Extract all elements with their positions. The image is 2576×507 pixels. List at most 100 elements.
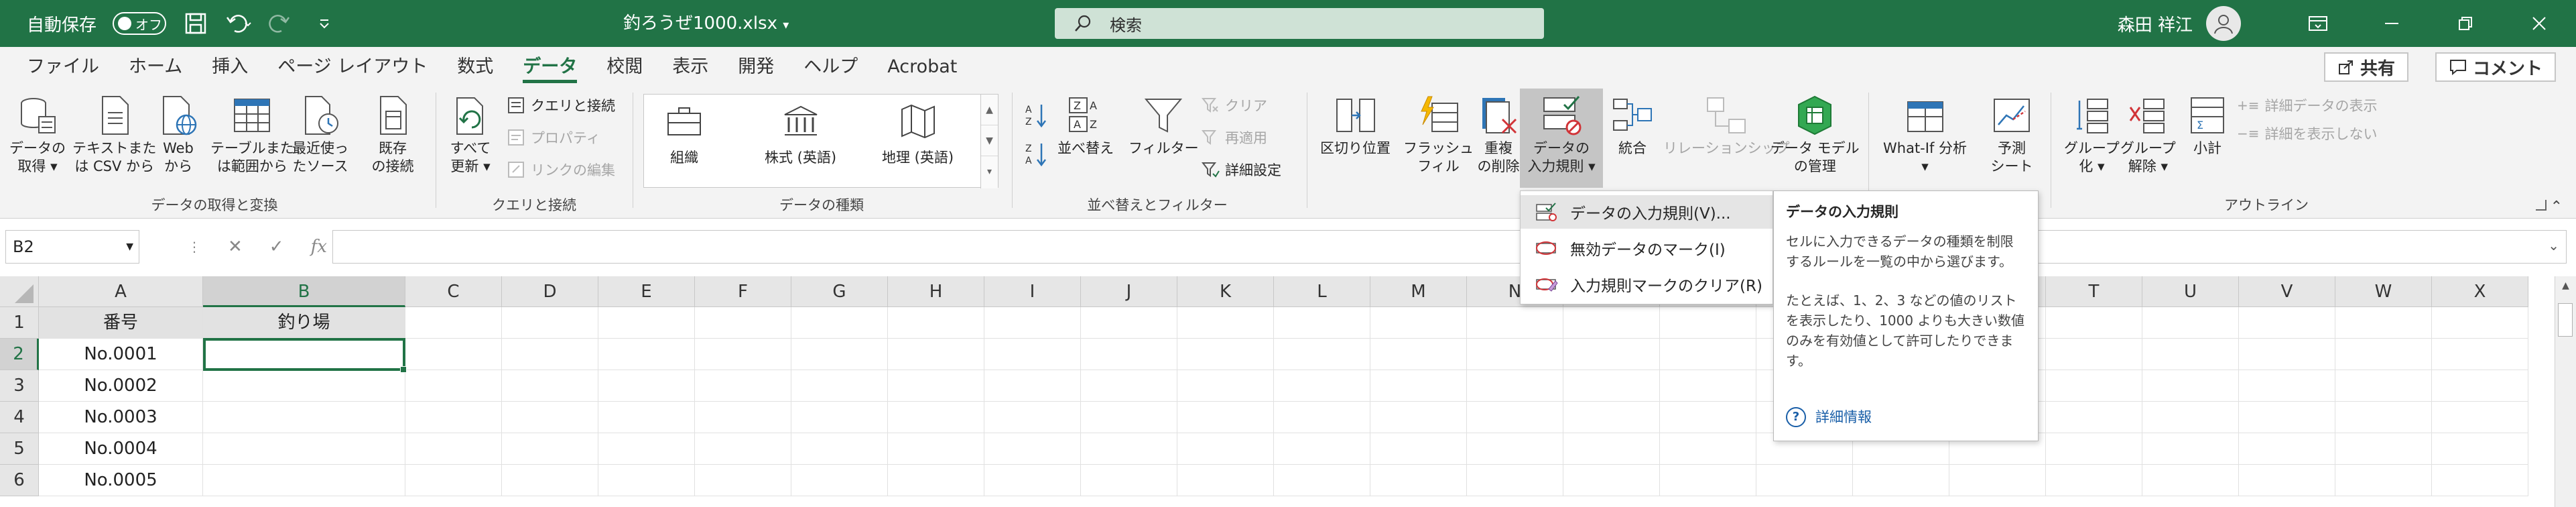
cell-m1[interactable] bbox=[1370, 307, 1467, 339]
cell-p5[interactable] bbox=[1660, 433, 1756, 465]
cell-k3[interactable] bbox=[1177, 370, 1274, 402]
cell-v5[interactable] bbox=[2239, 433, 2335, 465]
cell-f6[interactable] bbox=[695, 465, 791, 496]
column-header-v[interactable]: V bbox=[2239, 276, 2335, 307]
column-header-d[interactable]: D bbox=[502, 276, 598, 307]
cell-x6[interactable] bbox=[2432, 465, 2528, 496]
collapse-ribbon-icon[interactable]: ⌃ bbox=[2551, 199, 2563, 215]
cell-u5[interactable] bbox=[2142, 433, 2239, 465]
cell-u6[interactable] bbox=[2142, 465, 2239, 496]
tab-file[interactable]: ファイル bbox=[12, 47, 114, 87]
cell-c1[interactable] bbox=[405, 307, 502, 339]
cell-h2[interactable] bbox=[888, 339, 984, 370]
undo-icon[interactable] bbox=[225, 10, 252, 37]
cell-m4[interactable] bbox=[1370, 402, 1467, 433]
cell-f5[interactable] bbox=[695, 433, 791, 465]
column-header-k[interactable]: K bbox=[1177, 276, 1274, 307]
cell-n2[interactable] bbox=[1467, 339, 1563, 370]
cell-b3[interactable] bbox=[203, 370, 405, 402]
column-header-g[interactable]: G bbox=[791, 276, 888, 307]
cell-c6[interactable] bbox=[405, 465, 502, 496]
cell-w3[interactable] bbox=[2335, 370, 2432, 402]
cell-g6[interactable] bbox=[791, 465, 888, 496]
data-type-stocks[interactable]: 株式 (英語) bbox=[765, 103, 836, 167]
cell-t3[interactable] bbox=[2046, 370, 2142, 402]
cell-g5[interactable] bbox=[791, 433, 888, 465]
menu-clear-validation-circles[interactable]: 入力規則マークのクリア(R) bbox=[1521, 268, 1773, 301]
minimize-button[interactable] bbox=[2355, 0, 2429, 47]
cell-o3[interactable] bbox=[1563, 370, 1660, 402]
cell-u3[interactable] bbox=[2142, 370, 2239, 402]
subtotal-button[interactable]: Σ 小計 bbox=[2186, 94, 2229, 158]
cell-j1[interactable] bbox=[1081, 307, 1177, 339]
cell-e5[interactable] bbox=[598, 433, 695, 465]
cell-q6[interactable] bbox=[1756, 465, 1853, 496]
column-header-f[interactable]: F bbox=[695, 276, 791, 307]
cell-f4[interactable] bbox=[695, 402, 791, 433]
tab-data[interactable]: データ bbox=[508, 47, 592, 87]
cell-p4[interactable] bbox=[1660, 402, 1756, 433]
cell-k5[interactable] bbox=[1177, 433, 1274, 465]
show-detail-button[interactable]: +≡ 詳細データの表示 bbox=[2237, 95, 2378, 115]
cell-x4[interactable] bbox=[2432, 402, 2528, 433]
advanced-filter-button[interactable]: 詳細設定 bbox=[1201, 160, 1281, 180]
data-validation-button[interactable]: データの 入力規則 ▾ bbox=[1520, 89, 1603, 188]
ribbon-display-options-button[interactable] bbox=[2281, 0, 2355, 47]
ungroup-button[interactable]: グループ 解除 ▾ bbox=[2120, 94, 2176, 176]
text-to-columns-button[interactable]: 区切り位置 bbox=[1320, 94, 1391, 158]
cell-p3[interactable] bbox=[1660, 370, 1756, 402]
gallery-scroll[interactable]: ▲ ▼ ▾ bbox=[980, 95, 998, 188]
column-header-c[interactable]: C bbox=[405, 276, 502, 307]
cell-h1[interactable] bbox=[888, 307, 984, 339]
cell-n4[interactable] bbox=[1467, 402, 1563, 433]
cell-v1[interactable] bbox=[2239, 307, 2335, 339]
cell-r6[interactable] bbox=[1853, 465, 1949, 496]
refresh-all-button[interactable]: すべて 更新 ▾ bbox=[449, 94, 492, 176]
cell-j2[interactable] bbox=[1081, 339, 1177, 370]
cell-p1[interactable] bbox=[1660, 307, 1756, 339]
cell-o5[interactable] bbox=[1563, 433, 1660, 465]
cell-u1[interactable] bbox=[2142, 307, 2239, 339]
cell-l2[interactable] bbox=[1274, 339, 1370, 370]
cell-t5[interactable] bbox=[2046, 433, 2142, 465]
cell-t4[interactable] bbox=[2046, 402, 2142, 433]
from-text-csv-button[interactable]: テキストまた は CSV から bbox=[72, 94, 156, 176]
tab-insert[interactable]: 挿入 bbox=[197, 47, 263, 87]
consolidate-button[interactable]: 統合 bbox=[1611, 94, 1654, 158]
cell-v3[interactable] bbox=[2239, 370, 2335, 402]
enter-icon[interactable]: ✓ bbox=[269, 237, 284, 257]
cell-h3[interactable] bbox=[888, 370, 984, 402]
cell-a2[interactable]: No.0001 bbox=[39, 339, 203, 370]
cell-c4[interactable] bbox=[405, 402, 502, 433]
outline-dialog-launcher-icon[interactable] bbox=[2536, 200, 2547, 211]
sort-a-z-button[interactable]: AZ bbox=[1024, 102, 1051, 129]
cell-a1[interactable]: 番号 bbox=[39, 307, 203, 339]
cell-t6[interactable] bbox=[2046, 465, 2142, 496]
formula-input[interactable]: ⌄ bbox=[332, 230, 2567, 264]
get-data-button[interactable]: データの 取得 ▾ bbox=[9, 94, 66, 176]
cell-e3[interactable] bbox=[598, 370, 695, 402]
scroll-up-icon[interactable]: ▲ bbox=[2555, 276, 2576, 291]
column-header-u[interactable]: U bbox=[2142, 276, 2239, 307]
forecast-sheet-button[interactable]: 予測 シート bbox=[1990, 94, 2033, 176]
gallery-more-icon[interactable]: ▾ bbox=[981, 156, 998, 187]
tab-help[interactable]: ヘルプ bbox=[789, 47, 873, 87]
cell-e2[interactable] bbox=[598, 339, 695, 370]
cell-v2[interactable] bbox=[2239, 339, 2335, 370]
cell-l5[interactable] bbox=[1274, 433, 1370, 465]
worksheet-grid[interactable]: ABCDEFGHIJKLMNOPQRSTUVWX 123456 番号釣り場No.… bbox=[0, 276, 2576, 507]
properties-button[interactable]: プロパティ bbox=[507, 127, 600, 148]
search-box[interactable]: 検索 bbox=[1055, 8, 1544, 39]
expand-formula-icon[interactable]: ⌄ bbox=[2548, 237, 2559, 253]
cell-i4[interactable] bbox=[984, 402, 1081, 433]
cell-g2[interactable] bbox=[791, 339, 888, 370]
insert-function-icon[interactable]: fx bbox=[311, 237, 327, 257]
cell-w5[interactable] bbox=[2335, 433, 2432, 465]
column-header-w[interactable]: W bbox=[2335, 276, 2432, 307]
cell-w2[interactable] bbox=[2335, 339, 2432, 370]
cell-j6[interactable] bbox=[1081, 465, 1177, 496]
tell-me-more-link[interactable]: ? 詳細情報 bbox=[1786, 407, 1872, 427]
tab-review[interactable]: 校閲 bbox=[592, 47, 657, 87]
cell-a3[interactable]: No.0002 bbox=[39, 370, 203, 402]
cell-n5[interactable] bbox=[1467, 433, 1563, 465]
